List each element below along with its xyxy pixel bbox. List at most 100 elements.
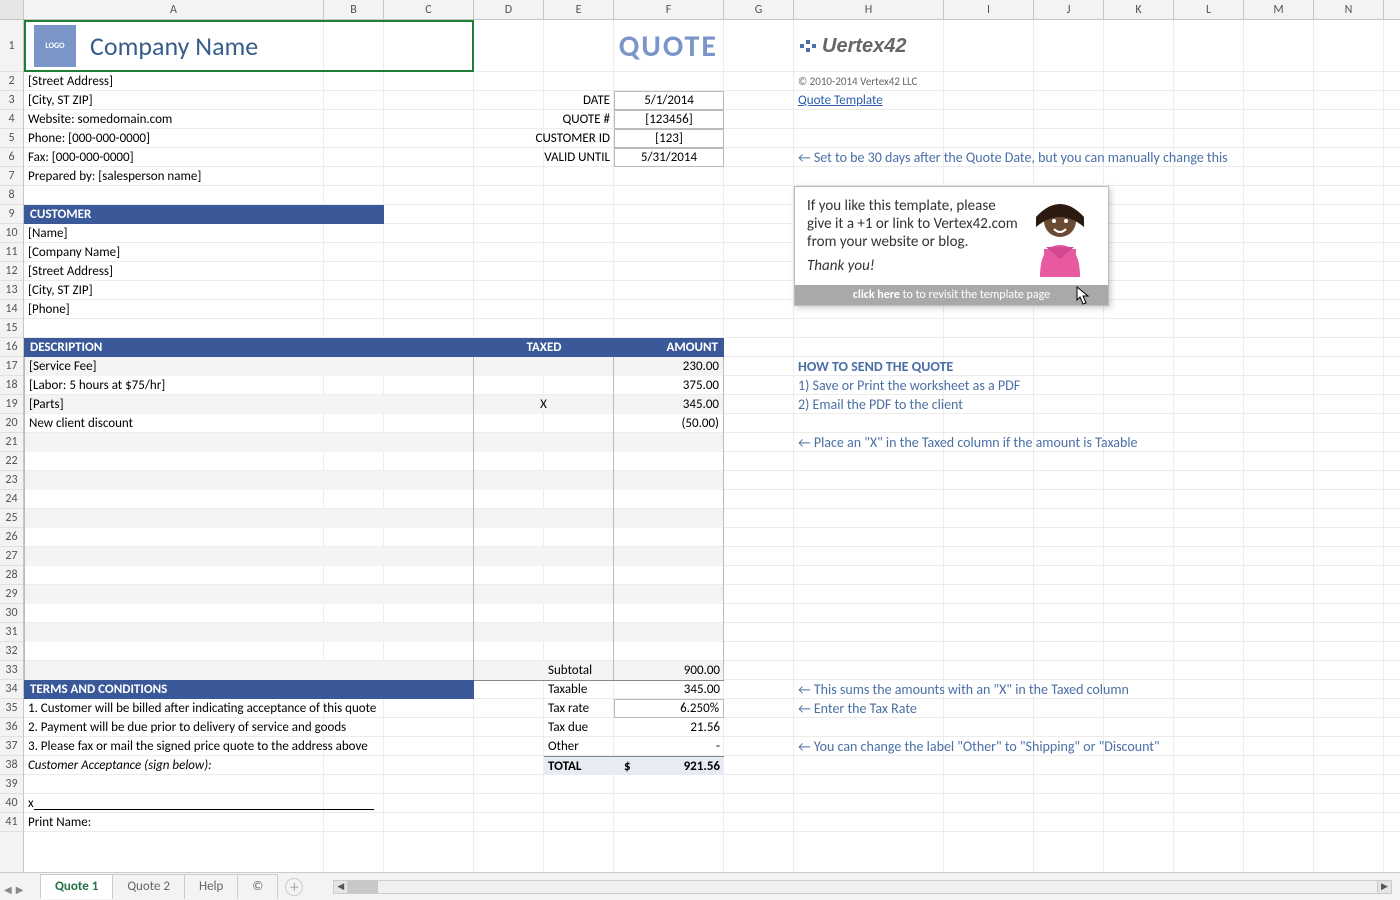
line-amount-28[interactable] <box>614 566 724 585</box>
sheet-tab-quote-1[interactable]: Quote 1 <box>40 874 113 899</box>
line-desc-29[interactable] <box>24 585 474 604</box>
row-header-34[interactable]: 34 <box>0 680 23 699</box>
line-taxed-29[interactable] <box>474 585 614 604</box>
row-header-31[interactable]: 31 <box>0 623 23 642</box>
col-header-I[interactable]: I <box>944 0 1034 19</box>
line-taxed-24[interactable] <box>474 490 614 509</box>
line-amount-29[interactable] <box>614 585 724 604</box>
row-header-1[interactable]: 1 <box>0 20 23 72</box>
total-label-taxdue[interactable]: Tax due <box>544 718 614 737</box>
row-header-15[interactable]: 15 <box>0 319 23 338</box>
company-phone[interactable]: Phone: [000-000-0000] <box>24 129 474 148</box>
term-3[interactable]: 3. Please fax or mail the signed price q… <box>24 737 474 756</box>
line-desc-27[interactable] <box>24 547 474 566</box>
line-desc-17[interactable]: [Service Fee] <box>24 357 474 376</box>
sign-line[interactable]: x <box>24 794 474 813</box>
tab-nav-prev-icon[interactable]: ◀ <box>4 883 12 896</box>
line-amount-27[interactable] <box>614 547 724 566</box>
row-header-36[interactable]: 36 <box>0 718 23 737</box>
total-value-other[interactable]: - <box>614 737 724 756</box>
line-taxed-21[interactable] <box>474 433 614 452</box>
line-taxed-30[interactable] <box>474 604 614 623</box>
line-desc-26[interactable] <box>24 528 474 547</box>
line-amount-19[interactable]: 345.00 <box>614 395 724 414</box>
line-taxed-26[interactable] <box>474 528 614 547</box>
row-header-7[interactable]: 7 <box>0 167 23 186</box>
row-header-38[interactable]: 38 <box>0 756 23 775</box>
company-header[interactable]: LOGOCompany Name <box>24 20 474 72</box>
term-1[interactable]: 1. Customer will be billed after indicat… <box>24 699 474 718</box>
col-header-H[interactable]: H <box>794 0 944 19</box>
row-header-16[interactable]: 16 <box>0 338 23 357</box>
line-desc-32[interactable] <box>24 642 474 661</box>
line-taxed-28[interactable] <box>474 566 614 585</box>
row-header-39[interactable]: 39 <box>0 775 23 794</box>
total-label-other[interactable]: Other <box>544 737 614 756</box>
total-value-subtotal[interactable]: 900.00 <box>614 661 724 680</box>
total-label-taxrate[interactable]: Tax rate <box>544 699 614 718</box>
row-header-22[interactable]: 22 <box>0 452 23 471</box>
print-name[interactable]: Print Name: <box>24 813 474 832</box>
row-header-33[interactable]: 33 <box>0 661 23 680</box>
total-value-taxdue[interactable]: 21.56 <box>614 718 724 737</box>
line-desc-18[interactable]: [Labor: 5 hours at $75/hr] <box>24 376 474 395</box>
tab-nav-arrows[interactable]: ◀ ▶ <box>4 883 23 896</box>
line-taxed-22[interactable] <box>474 452 614 471</box>
row-header-12[interactable]: 12 <box>0 262 23 281</box>
line-taxed-23[interactable] <box>474 471 614 490</box>
row-header-32[interactable]: 32 <box>0 642 23 661</box>
horizontal-scrollbar[interactable]: ◀ ▶ <box>333 880 1392 894</box>
row-header-6[interactable]: 6 <box>0 148 23 167</box>
line-desc-20[interactable]: New client discount <box>24 414 474 433</box>
total-label-total[interactable]: TOTAL <box>544 756 614 775</box>
row-header-13[interactable]: 13 <box>0 281 23 300</box>
line-amount-31[interactable] <box>614 623 724 642</box>
scroll-thumb[interactable] <box>348 881 378 893</box>
row-header-25[interactable]: 25 <box>0 509 23 528</box>
line-desc-21[interactable] <box>24 433 474 452</box>
line-desc-22[interactable] <box>24 452 474 471</box>
row-header-4[interactable]: 4 <box>0 110 23 129</box>
customer-phone[interactable]: [Phone] <box>24 300 474 319</box>
meta-value-quote-num[interactable]: [123456] <box>614 110 724 129</box>
company-prepared-by[interactable]: Prepared by: [salesperson name] <box>24 167 474 186</box>
row-header-19[interactable]: 19 <box>0 395 23 414</box>
quote-template-link[interactable]: Quote Template <box>794 91 1104 110</box>
col-header-B[interactable]: B <box>324 0 384 19</box>
col-header-C[interactable]: C <box>384 0 474 19</box>
row-header-3[interactable]: 3 <box>0 91 23 110</box>
customer-city[interactable]: [City, ST ZIP] <box>24 281 474 300</box>
line-taxed-18[interactable] <box>474 376 614 395</box>
row-header-11[interactable]: 11 <box>0 243 23 262</box>
line-amount-22[interactable] <box>614 452 724 471</box>
row-header-37[interactable]: 37 <box>0 737 23 756</box>
total-label-subtotal[interactable]: Subtotal <box>544 661 614 680</box>
row-header-30[interactable]: 30 <box>0 604 23 623</box>
col-header-E[interactable]: E <box>544 0 614 19</box>
line-taxed-19[interactable]: X <box>474 395 614 414</box>
line-amount-25[interactable] <box>614 509 724 528</box>
customer-name[interactable]: [Name] <box>24 224 474 243</box>
sheet-tab-help[interactable]: Help <box>184 874 238 899</box>
scroll-right-icon[interactable]: ▶ <box>1377 881 1391 893</box>
total-label-taxable[interactable]: Taxable <box>544 680 614 699</box>
row-header-5[interactable]: 5 <box>0 129 23 148</box>
line-amount-17[interactable]: 230.00 <box>614 357 724 376</box>
row-header-28[interactable]: 28 <box>0 566 23 585</box>
line-amount-30[interactable] <box>614 604 724 623</box>
company-street[interactable]: [Street Address] <box>24 72 474 91</box>
row-header-17[interactable]: 17 <box>0 357 23 376</box>
line-taxed-27[interactable] <box>474 547 614 566</box>
line-desc-19[interactable]: [Parts] <box>24 395 474 414</box>
promo-click-bar[interactable]: click here to to revisit the template pa… <box>795 285 1108 305</box>
line-desc-23[interactable] <box>24 471 474 490</box>
col-header-F[interactable]: F <box>614 0 724 19</box>
customer-street[interactable]: [Street Address] <box>24 262 474 281</box>
col-header-K[interactable]: K <box>1104 0 1174 19</box>
add-sheet-button[interactable]: ＋ <box>285 878 303 896</box>
row-header-2[interactable]: 2 <box>0 72 23 91</box>
company-fax[interactable]: Fax: [000-000-0000] <box>24 148 474 167</box>
scroll-left-icon[interactable]: ◀ <box>334 881 348 893</box>
line-amount-26[interactable] <box>614 528 724 547</box>
col-header-J[interactable]: J <box>1034 0 1104 19</box>
